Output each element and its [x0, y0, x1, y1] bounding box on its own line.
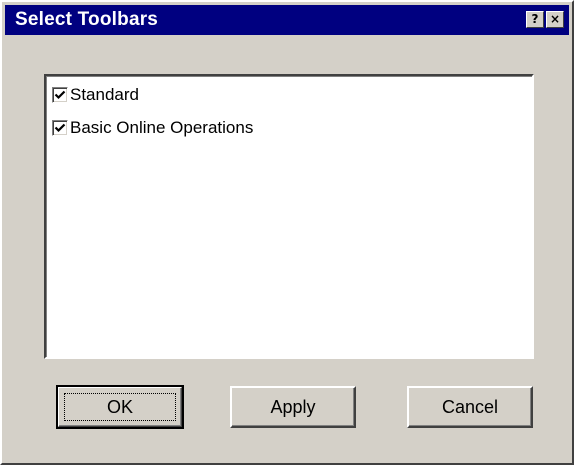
focus-rectangle	[64, 393, 176, 421]
checkmark-icon	[54, 123, 66, 133]
list-item-basic-online-operations[interactable]: Basic Online Operations	[52, 116, 253, 140]
apply-button-label: Apply	[270, 396, 316, 417]
standard-checkbox[interactable]	[52, 87, 68, 103]
ok-button[interactable]: OK	[56, 385, 184, 429]
basic-online-operations-checkbox[interactable]	[52, 120, 68, 136]
list-item-label: Standard	[70, 85, 139, 104]
cancel-button[interactable]: Cancel	[407, 386, 533, 428]
title-bar[interactable]: Select Toolbars ? ×	[5, 5, 569, 35]
cancel-button-label: Cancel	[441, 396, 499, 417]
close-icon[interactable]: ×	[546, 11, 564, 28]
window-title: Select Toolbars	[15, 9, 159, 30]
help-icon[interactable]: ?	[526, 11, 544, 28]
apply-button[interactable]: Apply	[230, 386, 356, 428]
list-item-standard[interactable]: Standard	[52, 83, 139, 107]
toolbars-list[interactable]: Standard Basic Online Operations	[44, 74, 534, 359]
select-toolbars-dialog: Select Toolbars ? × Standard Basic Onlin…	[0, 0, 574, 465]
list-item-label: Basic Online Operations	[70, 118, 254, 137]
checkmark-icon	[54, 90, 66, 100]
